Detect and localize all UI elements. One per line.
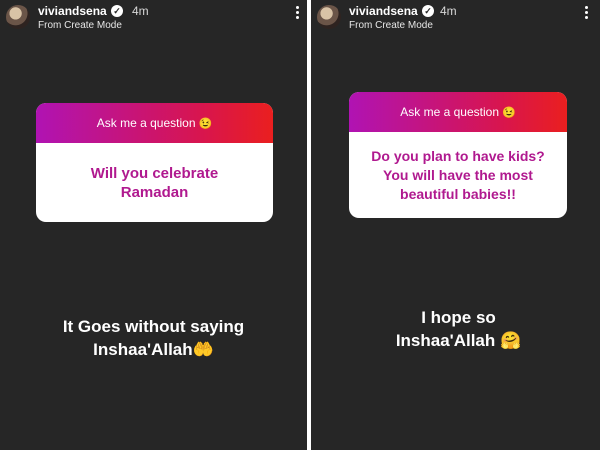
story-panel-left[interactable]: viviandsena ✓ 4m From Create Mode Ask me… (0, 0, 307, 450)
story-subtitle: From Create Mode (38, 20, 122, 31)
more-options-icon[interactable] (581, 6, 591, 24)
reply-line-1: I hope so (421, 308, 496, 327)
question-sticker-header: Ask me a question 😉 (349, 92, 567, 132)
story-reply-text: It Goes without saying Inshaa'Allah🤲 (30, 315, 277, 361)
avatar[interactable] (6, 5, 30, 29)
question-sticker: Ask me a question 😉 Will you celebrate R… (36, 103, 273, 222)
story-reply-text: I hope so Inshaa'Allah 🤗 (331, 306, 586, 352)
story-subtitle: From Create Mode (349, 20, 433, 31)
reply-line-2: Inshaa'Allah 🤗 (395, 331, 522, 350)
verified-badge-icon: ✓ (111, 5, 123, 17)
story-panel-right[interactable]: viviandsena ✓ 4m From Create Mode Ask me… (311, 0, 600, 450)
avatar[interactable] (317, 5, 341, 29)
wink-emoji-icon: 😉 (502, 106, 516, 119)
question-text: Will you celebrate Ramadan (90, 164, 219, 201)
reply-line-1: It Goes without saying (62, 317, 245, 336)
question-sticker-title: Ask me a question (96, 116, 196, 130)
question-sticker-title: Ask me a question (400, 105, 499, 119)
timestamp: 4m (440, 4, 457, 18)
question-sticker: Ask me a question 😉 Do you plan to have … (349, 92, 567, 218)
more-options-icon[interactable] (292, 6, 302, 24)
timestamp: 4m (132, 4, 149, 18)
story-header: viviandsena ✓ 4m From Create Mode (0, 0, 307, 40)
question-sticker-header: Ask me a question 😉 (36, 103, 273, 143)
question-text: Do you plan to have kids? You will have … (371, 147, 545, 202)
username[interactable]: viviandsena (349, 4, 418, 18)
reply-line-2: Inshaa'Allah🤲 (93, 340, 214, 359)
verified-badge-icon: ✓ (422, 5, 434, 17)
story-header: viviandsena ✓ 4m From Create Mode (311, 0, 600, 40)
wink-emoji-icon: 😉 (198, 117, 213, 130)
username[interactable]: viviandsena (38, 4, 107, 18)
